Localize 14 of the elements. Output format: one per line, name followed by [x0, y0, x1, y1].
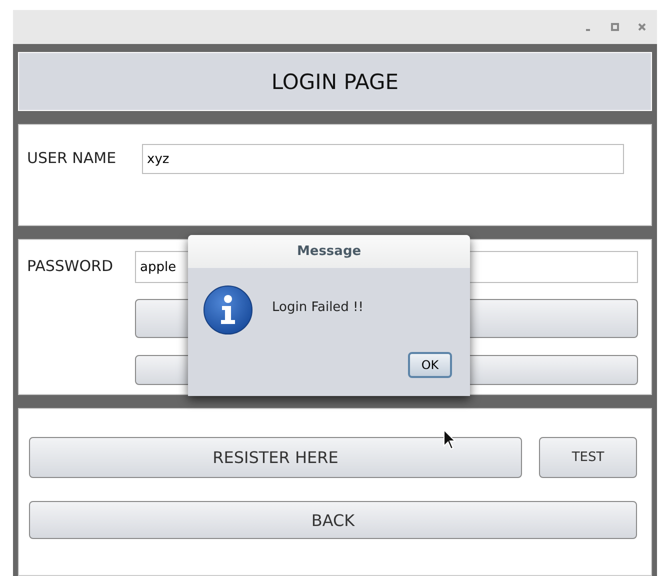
field-label: PASSWORD	[27, 257, 114, 275]
info-icon	[203, 285, 253, 335]
ok-button[interactable]: OK	[408, 352, 452, 378]
dialog-message: Login Failed !!	[272, 300, 364, 315]
test-button[interactable]: TEST	[539, 437, 637, 478]
maximize-icon[interactable]	[610, 22, 620, 32]
username-field[interactable]: xyz	[142, 144, 624, 174]
field-label: USER NAME	[27, 149, 116, 167]
back-button[interactable]: BACK	[29, 501, 637, 539]
page-title: LOGIN PAGE	[18, 52, 652, 111]
dialog-title: Message	[188, 235, 470, 268]
close-icon[interactable]	[637, 22, 647, 32]
cursor-icon	[443, 429, 457, 451]
register-button[interactable]: RESISTER HERE	[29, 437, 522, 478]
